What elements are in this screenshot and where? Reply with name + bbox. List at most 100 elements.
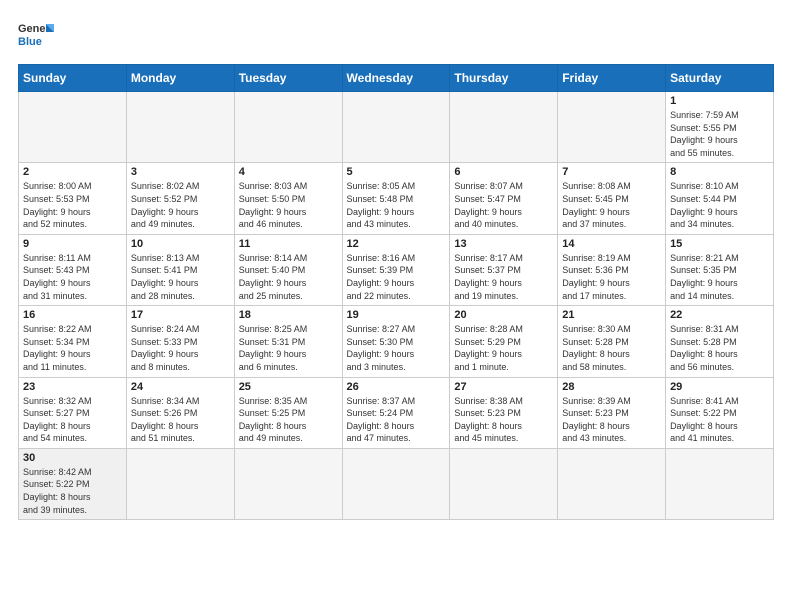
- calendar-header-tuesday: Tuesday: [234, 65, 342, 92]
- calendar-cell: [558, 92, 666, 163]
- calendar-cell: 8 Sunrise: 8:10 AM Sunset: 5:44 PM Daylig…: [666, 163, 774, 234]
- day-number: 15: [670, 238, 769, 250]
- day-info: Sunrise: 8:31 AM Sunset: 5:28 PM Dayligh…: [670, 323, 769, 373]
- calendar-week-row: 2 Sunrise: 8:00 AM Sunset: 5:53 PM Daylig…: [19, 163, 774, 234]
- calendar-cell: 26Sunrise: 8:37 AM Sunset: 5:24 PM Dayli…: [342, 377, 450, 448]
- calendar-header-monday: Monday: [126, 65, 234, 92]
- calendar-cell: 11Sunrise: 8:14 AM Sunset: 5:40 PM Dayli…: [234, 234, 342, 305]
- calendar-cell: 10Sunrise: 8:13 AM Sunset: 5:41 PM Dayli…: [126, 234, 234, 305]
- day-info: Sunrise: 8:11 AM Sunset: 5:43 PM Dayligh…: [23, 252, 122, 302]
- calendar-header-saturday: Saturday: [666, 65, 774, 92]
- calendar-cell: 16Sunrise: 8:22 AM Sunset: 5:34 PM Dayli…: [19, 306, 127, 377]
- calendar-cell: 24 Sunrise: 8:34 AM Sunset: 5:26 PM Dayli…: [126, 377, 234, 448]
- calendar-cell: 28 Sunrise: 8:39 AM Sunset: 5:23 PM Dayli…: [558, 377, 666, 448]
- day-info: Sunrise: 8:27 AM Sunset: 5:30 PM Dayligh…: [347, 323, 446, 373]
- calendar-cell: 19 Sunrise: 8:27 AM Sunset: 5:30 PM Dayli…: [342, 306, 450, 377]
- day-info: Sunrise: 8:39 AM Sunset: 5:23 PM Dayligh…: [562, 395, 661, 445]
- calendar-week-row: 1 Sunrise: 7:59 AM Sunset: 5:55 PM Daylig…: [19, 92, 774, 163]
- calendar-cell: 21 Sunrise: 8:30 AM Sunset: 5:28 PM Dayli…: [558, 306, 666, 377]
- calendar-header-wednesday: Wednesday: [342, 65, 450, 92]
- day-number: 28: [562, 381, 661, 393]
- day-number: 20: [454, 309, 553, 321]
- day-number: 12: [347, 238, 446, 250]
- calendar-header-thursday: Thursday: [450, 65, 558, 92]
- calendar-cell: [450, 92, 558, 163]
- calendar-cell: [19, 92, 127, 163]
- logo-icon: General Blue: [18, 18, 54, 54]
- calendar-cell: [126, 92, 234, 163]
- day-number: 7: [562, 166, 661, 178]
- day-number: 25: [239, 381, 338, 393]
- day-info: Sunrise: 8:24 AM Sunset: 5:33 PM Dayligh…: [131, 323, 230, 373]
- day-number: 19: [347, 309, 446, 321]
- day-number: 29: [670, 381, 769, 393]
- day-info: Sunrise: 8:17 AM Sunset: 5:37 PM Dayligh…: [454, 252, 553, 302]
- day-info: Sunrise: 8:07 AM Sunset: 5:47 PM Dayligh…: [454, 180, 553, 230]
- day-info: Sunrise: 8:13 AM Sunset: 5:41 PM Dayligh…: [131, 252, 230, 302]
- calendar-cell: 14Sunrise: 8:19 AM Sunset: 5:36 PM Dayli…: [558, 234, 666, 305]
- day-info: Sunrise: 8:42 AM Sunset: 5:22 PM Dayligh…: [23, 466, 122, 516]
- day-info: Sunrise: 8:25 AM Sunset: 5:31 PM Dayligh…: [239, 323, 338, 373]
- day-info: Sunrise: 8:41 AM Sunset: 5:22 PM Dayligh…: [670, 395, 769, 445]
- calendar-cell: 27 Sunrise: 8:38 AM Sunset: 5:23 PM Dayli…: [450, 377, 558, 448]
- calendar-header-friday: Friday: [558, 65, 666, 92]
- day-number: 6: [454, 166, 553, 178]
- day-number: 21: [562, 309, 661, 321]
- day-info: Sunrise: 8:05 AM Sunset: 5:48 PM Dayligh…: [347, 180, 446, 230]
- day-number: 13: [454, 238, 553, 250]
- calendar-week-row: 23 Sunrise: 8:32 AM Sunset: 5:27 PM Dayli…: [19, 377, 774, 448]
- day-number: 24: [131, 381, 230, 393]
- day-number: 8: [670, 166, 769, 178]
- day-info: Sunrise: 8:21 AM Sunset: 5:35 PM Dayligh…: [670, 252, 769, 302]
- day-number: 22: [670, 309, 769, 321]
- calendar-cell: [558, 448, 666, 519]
- day-number: 9: [23, 238, 122, 250]
- day-number: 30: [23, 452, 122, 464]
- calendar-cell: 12 Sunrise: 8:16 AM Sunset: 5:39 PM Dayli…: [342, 234, 450, 305]
- calendar-cell: [666, 448, 774, 519]
- calendar-cell: 30 Sunrise: 8:42 AM Sunset: 5:22 PM Dayli…: [19, 448, 127, 519]
- calendar-cell: [234, 448, 342, 519]
- day-number: 23: [23, 381, 122, 393]
- day-number: 1: [670, 95, 769, 107]
- calendar-cell: 17Sunrise: 8:24 AM Sunset: 5:33 PM Dayli…: [126, 306, 234, 377]
- calendar-cell: 20 Sunrise: 8:28 AM Sunset: 5:29 PM Dayli…: [450, 306, 558, 377]
- day-info: Sunrise: 8:34 AM Sunset: 5:26 PM Dayligh…: [131, 395, 230, 445]
- calendar-cell: 15 Sunrise: 8:21 AM Sunset: 5:35 PM Dayli…: [666, 234, 774, 305]
- calendar-cell: [126, 448, 234, 519]
- calendar-header-row: SundayMondayTuesdayWednesdayThursdayFrid…: [19, 65, 774, 92]
- calendar-cell: [450, 448, 558, 519]
- day-info: Sunrise: 8:30 AM Sunset: 5:28 PM Dayligh…: [562, 323, 661, 373]
- calendar-cell: [342, 92, 450, 163]
- day-info: Sunrise: 8:32 AM Sunset: 5:27 PM Dayligh…: [23, 395, 122, 445]
- calendar-week-row: 9 Sunrise: 8:11 AM Sunset: 5:43 PM Daylig…: [19, 234, 774, 305]
- day-info: Sunrise: 8:38 AM Sunset: 5:23 PM Dayligh…: [454, 395, 553, 445]
- day-info: Sunrise: 7:59 AM Sunset: 5:55 PM Dayligh…: [670, 109, 769, 159]
- day-number: 27: [454, 381, 553, 393]
- day-info: Sunrise: 8:16 AM Sunset: 5:39 PM Dayligh…: [347, 252, 446, 302]
- day-number: 3: [131, 166, 230, 178]
- day-number: 2: [23, 166, 122, 178]
- day-info: Sunrise: 8:02 AM Sunset: 5:52 PM Dayligh…: [131, 180, 230, 230]
- day-number: 16: [23, 309, 122, 321]
- calendar-cell: 23 Sunrise: 8:32 AM Sunset: 5:27 PM Dayli…: [19, 377, 127, 448]
- calendar-cell: 6 Sunrise: 8:07 AM Sunset: 5:47 PM Daylig…: [450, 163, 558, 234]
- calendar-cell: 7Sunrise: 8:08 AM Sunset: 5:45 PM Daylig…: [558, 163, 666, 234]
- calendar-header-sunday: Sunday: [19, 65, 127, 92]
- day-info: Sunrise: 8:10 AM Sunset: 5:44 PM Dayligh…: [670, 180, 769, 230]
- day-info: Sunrise: 8:03 AM Sunset: 5:50 PM Dayligh…: [239, 180, 338, 230]
- day-number: 18: [239, 309, 338, 321]
- day-info: Sunrise: 8:14 AM Sunset: 5:40 PM Dayligh…: [239, 252, 338, 302]
- calendar-cell: 18 Sunrise: 8:25 AM Sunset: 5:31 PM Dayli…: [234, 306, 342, 377]
- day-number: 5: [347, 166, 446, 178]
- calendar-cell: 9 Sunrise: 8:11 AM Sunset: 5:43 PM Daylig…: [19, 234, 127, 305]
- calendar-cell: [234, 92, 342, 163]
- calendar-table: SundayMondayTuesdayWednesdayThursdayFrid…: [18, 64, 774, 520]
- calendar-cell: 4 Sunrise: 8:03 AM Sunset: 5:50 PM Daylig…: [234, 163, 342, 234]
- calendar-week-row: 30 Sunrise: 8:42 AM Sunset: 5:22 PM Dayli…: [19, 448, 774, 519]
- day-number: 14: [562, 238, 661, 250]
- day-number: 26: [347, 381, 446, 393]
- day-number: 4: [239, 166, 338, 178]
- day-info: Sunrise: 8:00 AM Sunset: 5:53 PM Dayligh…: [23, 180, 122, 230]
- day-info: Sunrise: 8:28 AM Sunset: 5:29 PM Dayligh…: [454, 323, 553, 373]
